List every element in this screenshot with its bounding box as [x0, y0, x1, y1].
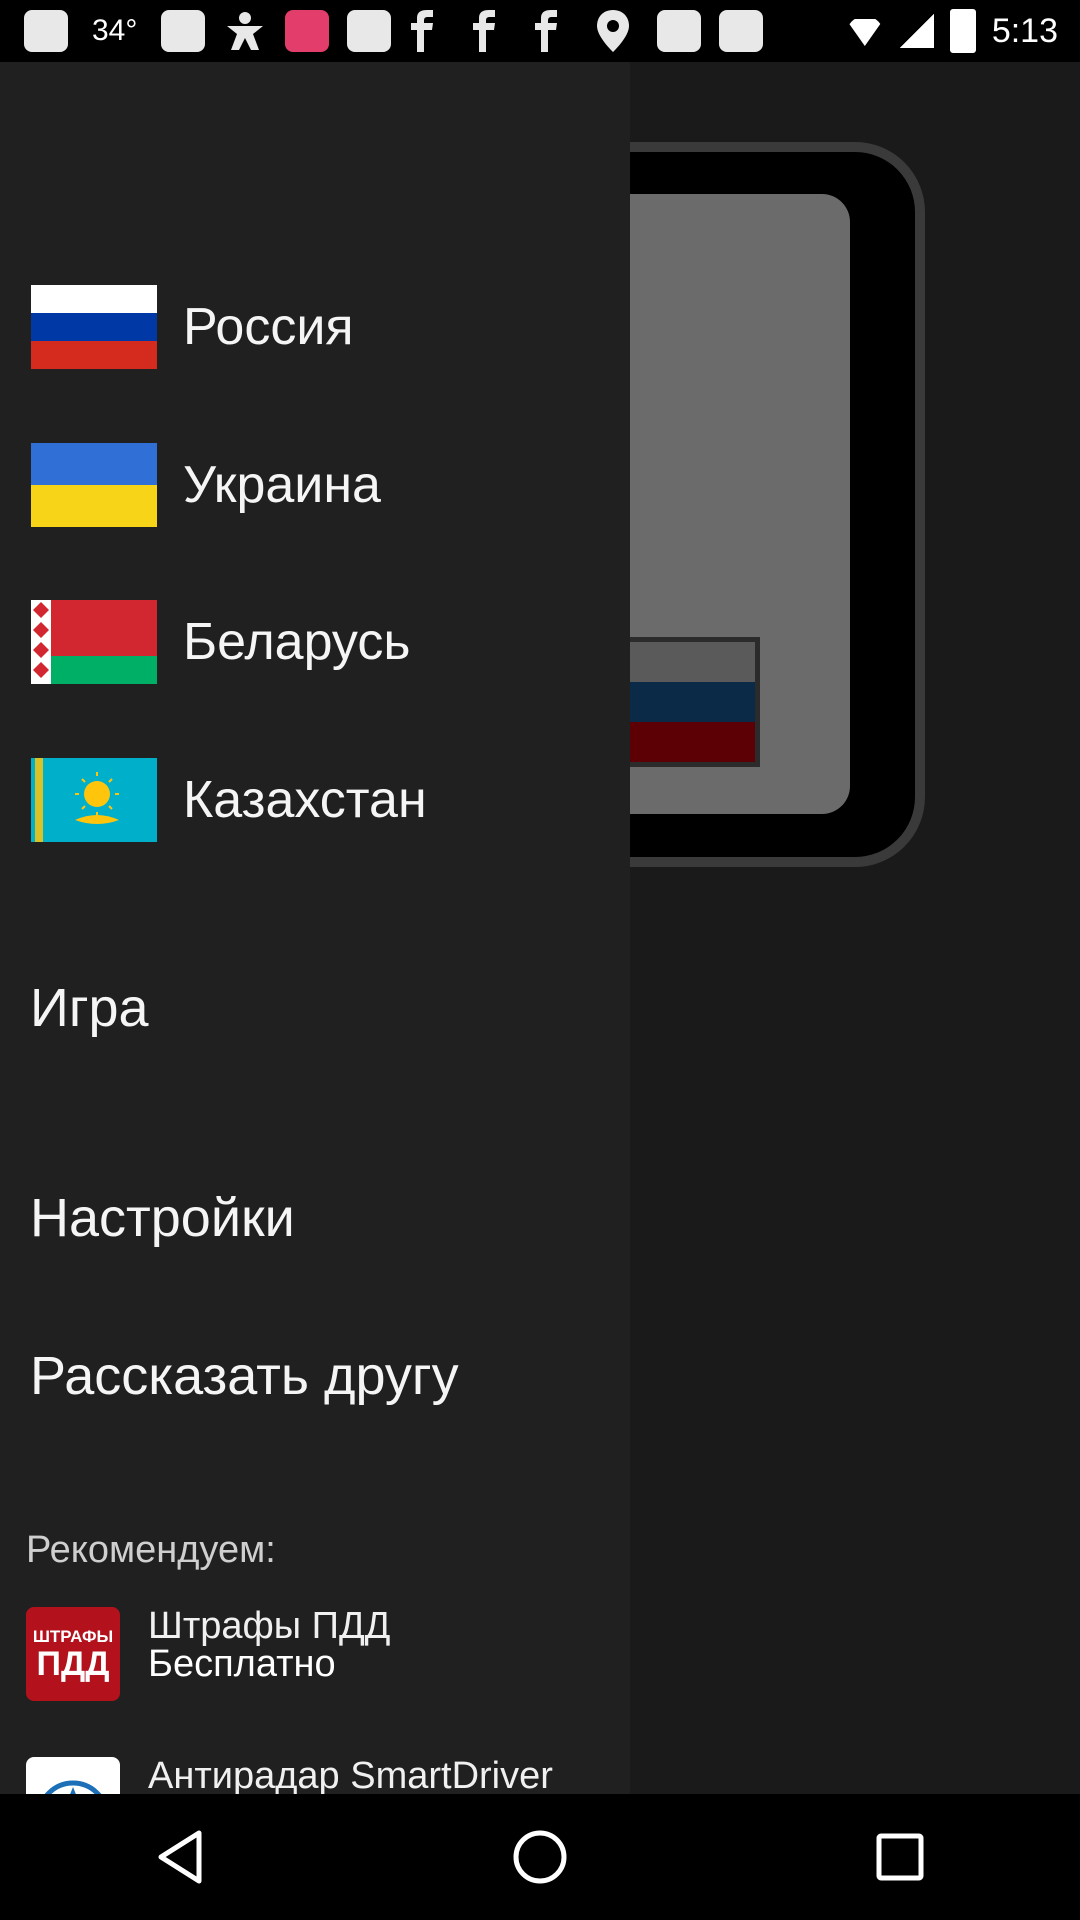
- russia-flag-icon: [31, 285, 157, 369]
- back-icon: [158, 1830, 202, 1884]
- fines-icon-text-2: ПДД: [36, 1644, 110, 1683]
- promo-text: Антирадар SmartDriver: [148, 1757, 553, 1794]
- system-navigation-bar: [0, 1794, 1080, 1920]
- country-label: Беларусь: [183, 613, 411, 671]
- app-icon-1: [657, 10, 702, 52]
- kazakhstan-flag-icon: [31, 758, 157, 842]
- menu-item-share[interactable]: Рассказать другу: [30, 1345, 459, 1407]
- app-icon-2: [719, 10, 764, 52]
- back-button[interactable]: [140, 1817, 220, 1897]
- promo-line2: Бесплатно: [148, 1643, 336, 1685]
- notification-icon: [161, 10, 206, 52]
- status-bar: 34° 5:13: [0, 0, 1080, 62]
- facebook-icon: [409, 10, 453, 52]
- home-icon: [513, 1830, 567, 1884]
- recents-icon: [876, 1833, 924, 1881]
- country-label: Украина: [183, 456, 381, 514]
- navigation-drawer: Россия Украина Беларусь Казахстан Игра Н…: [0, 62, 630, 1794]
- notification-icon-2: [347, 10, 392, 52]
- recommend-title: Рекомендуем:: [26, 1529, 276, 1571]
- country-label: Россия: [183, 298, 354, 356]
- location-icon: [595, 10, 639, 52]
- promo-line1: Штрафы ПДД: [148, 1605, 391, 1647]
- battery-icon: [949, 9, 976, 53]
- menu-item-game[interactable]: Игра: [30, 977, 149, 1039]
- country-item-ukraine[interactable]: Украина: [0, 425, 630, 545]
- facebook-icon-2: [471, 10, 515, 52]
- country-item-russia[interactable]: Россия: [0, 267, 630, 387]
- country-item-belarus[interactable]: Беларусь: [0, 582, 630, 702]
- menu-item-settings[interactable]: Настройки: [30, 1187, 295, 1249]
- promo-item-fines[interactable]: ШТРАФЫ ПДД Штрафы ПДД Бесплатно: [26, 1607, 626, 1701]
- promo-item-antiradar[interactable]: Антирадар SmartDriver: [26, 1757, 626, 1794]
- promo-text: Штрафы ПДД Бесплатно: [148, 1607, 390, 1683]
- promo-line1: Антирадар SmartDriver: [148, 1755, 553, 1794]
- signal-icon: [899, 14, 934, 48]
- message-icon: [24, 10, 68, 52]
- fines-app-icon: ШТРАФЫ ПДД: [26, 1607, 120, 1701]
- belarus-flag-icon: [31, 600, 157, 684]
- recents-button[interactable]: [860, 1817, 940, 1897]
- pop-app-icon: [285, 10, 330, 52]
- wifi-icon: [845, 19, 884, 46]
- country-label: Казахстан: [183, 771, 427, 829]
- fines-icon-text-1: ШТРАФЫ: [32, 1626, 114, 1646]
- home-button[interactable]: [500, 1817, 580, 1897]
- smartdriver-app-icon: [26, 1757, 120, 1794]
- facebook-icon-3: [533, 10, 577, 52]
- temperature: 34°: [92, 14, 138, 47]
- country-item-kazakhstan[interactable]: Казахстан: [0, 740, 630, 860]
- clock: 5:13: [991, 11, 1058, 50]
- ukraine-flag-icon: [31, 443, 157, 527]
- person-icon: [223, 10, 267, 52]
